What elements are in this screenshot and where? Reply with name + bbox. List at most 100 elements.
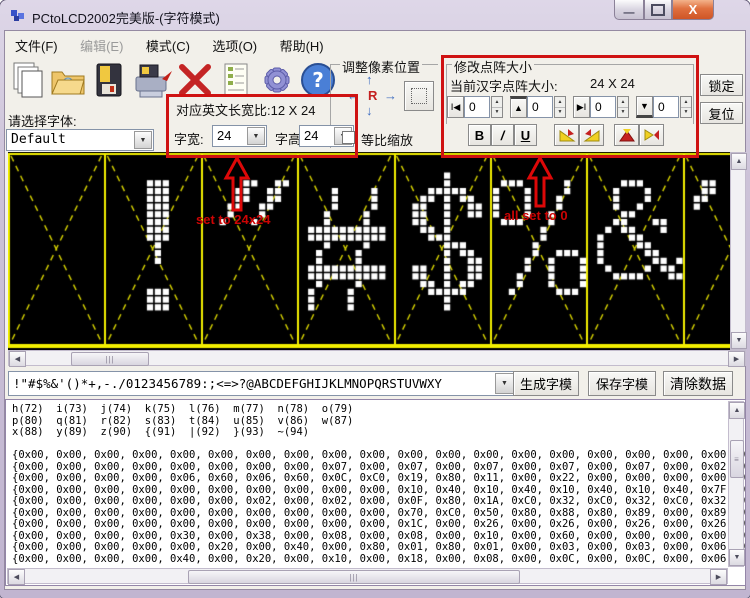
lock-button[interactable]: 锁定 [700, 74, 743, 96]
top-offset-field[interactable]: 0 [527, 96, 553, 118]
menu-bar: 文件(F) 编辑(E) 模式(C) 选项(O) 帮助(H) [6, 33, 506, 55]
menu-file[interactable]: 文件(F) [6, 33, 67, 58]
save-button[interactable] [90, 59, 128, 101]
bar-bottom-arrow-icon: ▼ [640, 101, 649, 111]
char-height-label: 字高 [275, 129, 301, 148]
expand-bottom-button[interactable]: ▼ [636, 96, 653, 118]
output-line: h(72) i(73) j(74) k(75) l(76) m(77) n(78… [12, 404, 725, 416]
chevron-down-icon[interactable]: ▼ [495, 373, 514, 394]
char-width-label: 字宽: [174, 129, 204, 148]
menu-mode[interactable]: 模式(C) [137, 33, 199, 58]
expand-right-button[interactable]: ▶Ⅰ [573, 96, 590, 118]
reset-button[interactable]: 复位 [700, 102, 743, 124]
adjust-title: 调整像素位置 [340, 57, 422, 76]
rotate-left-button[interactable] [554, 124, 579, 146]
flip-horizontal-button[interactable] [639, 124, 664, 146]
italic-button[interactable]: / [491, 124, 514, 146]
output-line: {0x00, 0x00, 0x00, 0x00, 0x00, 0x00, 0x0… [12, 519, 725, 531]
minimize-button[interactable]: — [614, 0, 644, 20]
char-width-combo[interactable]: 24 ▼ [212, 125, 267, 147]
preview-hscrollbar[interactable]: ◀ ||| ▶ [8, 350, 746, 366]
svg-text:?: ? [312, 68, 324, 92]
bar-top-arrow-icon: ▲ [514, 103, 523, 113]
generate-button[interactable]: 生成字模 [513, 371, 579, 396]
font-select-combo[interactable]: Default ▼ [6, 129, 154, 151]
scroll-left-icon[interactable]: ◀ [9, 351, 26, 367]
menu-options[interactable]: 选项(O) [203, 33, 266, 58]
output-line: {0x00, 0x00, 0x00, 0x00, 0x06, 0x60, 0x0… [12, 473, 725, 485]
clear-data-button[interactable]: 清除数据 [663, 371, 733, 396]
expand-top-button[interactable]: ▲ [510, 96, 527, 118]
output-vscroll-thumb[interactable]: ≡ [730, 440, 744, 478]
scroll-down-icon[interactable]: ▼ [729, 549, 745, 566]
pixel-up-button[interactable]: ↑ [366, 73, 373, 86]
annotation-set-24: set to 24x24 [196, 212, 270, 227]
left-offset-field[interactable]: 0 [464, 96, 490, 118]
minimize-icon: — [624, 7, 635, 19]
arrow-bar-right-icon: ▶Ⅰ [577, 102, 587, 113]
bottom-offset-field[interactable]: 0 [653, 96, 679, 118]
scroll-right-icon[interactable]: ▶ [728, 351, 745, 367]
char-list-combo[interactable]: !"#$%&'()*+,-./0123456789:;<=>?@ABCDEFGH… [8, 371, 516, 396]
bottom-offset-stepper[interactable]: ▲▼ [680, 96, 692, 118]
right-offset-field[interactable]: 0 [590, 96, 616, 118]
font-select-value: Default [11, 132, 66, 147]
rotate-right-button[interactable] [579, 124, 604, 146]
flip-horizontal-icon [643, 128, 661, 142]
notes-button[interactable] [217, 59, 255, 101]
delete-x-icon [178, 63, 212, 97]
scale-checkbox[interactable] [342, 131, 355, 144]
pixel-center-box-button[interactable] [404, 81, 434, 111]
annotation-all-zero: all set to 0 [504, 208, 568, 223]
underline-button[interactable]: U [514, 124, 537, 146]
matrix-current-value: 24 X 24 [590, 76, 635, 91]
scroll-down-icon[interactable]: ▼ [731, 332, 747, 349]
output-line: {0x00, 0x00, 0x00, 0x00, 0x00, 0x00, 0x0… [12, 496, 725, 508]
output-hscroll-thumb[interactable]: ||| [188, 570, 520, 584]
maximize-button[interactable] [644, 0, 672, 20]
maximize-icon [651, 4, 665, 16]
pixel-left-button[interactable]: ← [347, 89, 360, 102]
scale-checkbox-label: 等比缩放 [361, 130, 413, 149]
top-offset-stepper[interactable]: ▲▼ [554, 96, 566, 118]
output-line: {0x00, 0x00, 0x00, 0x00, 0x00, 0x00, 0x0… [12, 450, 725, 462]
close-button[interactable]: X [672, 0, 714, 20]
menu-help[interactable]: 帮助(H) [271, 33, 333, 58]
pixel-down-button[interactable]: ↓ [366, 104, 373, 117]
right-offset-stepper[interactable]: ▲▼ [617, 96, 629, 118]
output-textarea[interactable]: h(72) i(73) j(74) k(75) l(76) m(77) n(78… [5, 399, 746, 586]
settings-button[interactable] [258, 59, 296, 101]
chevron-down-icon[interactable]: ▼ [134, 131, 152, 149]
char-list-value: !"#$%&'()*+,-./0123456789:;<=>?@ABCDEFGH… [13, 376, 495, 391]
output-vscrollbar[interactable]: ▲ ≡ ▼ [728, 401, 744, 567]
menu-edit[interactable]: 编辑(E) [71, 33, 132, 58]
preview-hscroll-thumb[interactable]: ||| [71, 352, 149, 366]
left-offset-stepper[interactable]: ▲▼ [491, 96, 503, 118]
output-hscrollbar[interactable]: ◀ ||| ▶ [7, 568, 728, 584]
scroll-left-icon[interactable]: ◀ [8, 569, 25, 585]
chevron-down-icon[interactable]: ▼ [247, 127, 265, 145]
close-icon: X [689, 2, 698, 17]
flip-vertical-button[interactable] [614, 124, 639, 146]
scroll-up-icon[interactable]: ▲ [729, 402, 745, 419]
save-floppy-icon [94, 62, 124, 98]
save-as-button[interactable] [133, 59, 175, 101]
bold-button[interactable]: B [468, 124, 491, 146]
output-line: {0x00, 0x00, 0x00, 0x00, 0x00, 0x20, 0x0… [12, 542, 725, 554]
expand-left-button[interactable]: Ⅰ◀ [447, 96, 464, 118]
char-preview-area[interactable]: set to 24x24 all set to 0 [8, 152, 730, 350]
new-file-icon [10, 61, 44, 99]
document-list-icon [222, 62, 250, 98]
ratio-label: 对应英文长宽比:12 X 24 [176, 100, 315, 119]
new-file-button[interactable] [8, 59, 46, 101]
save-model-button[interactable]: 保存字模 [588, 371, 656, 396]
open-file-button[interactable] [49, 59, 87, 101]
scroll-up-icon[interactable]: ▲ [731, 153, 747, 170]
scroll-right-icon[interactable]: ▶ [710, 569, 727, 585]
delete-button[interactable] [176, 59, 214, 101]
open-folder-icon [50, 62, 86, 98]
window-title: PCtoLCD2002完美版-(字符模式) [32, 8, 220, 27]
app-window: PCtoLCD2002完美版-(字符模式) — X 文件(F) 编辑(E) 模式… [0, 0, 750, 598]
pixel-right-button[interactable]: → [384, 89, 397, 102]
preview-vscrollbar[interactable]: ▲ ▼ [730, 152, 746, 350]
